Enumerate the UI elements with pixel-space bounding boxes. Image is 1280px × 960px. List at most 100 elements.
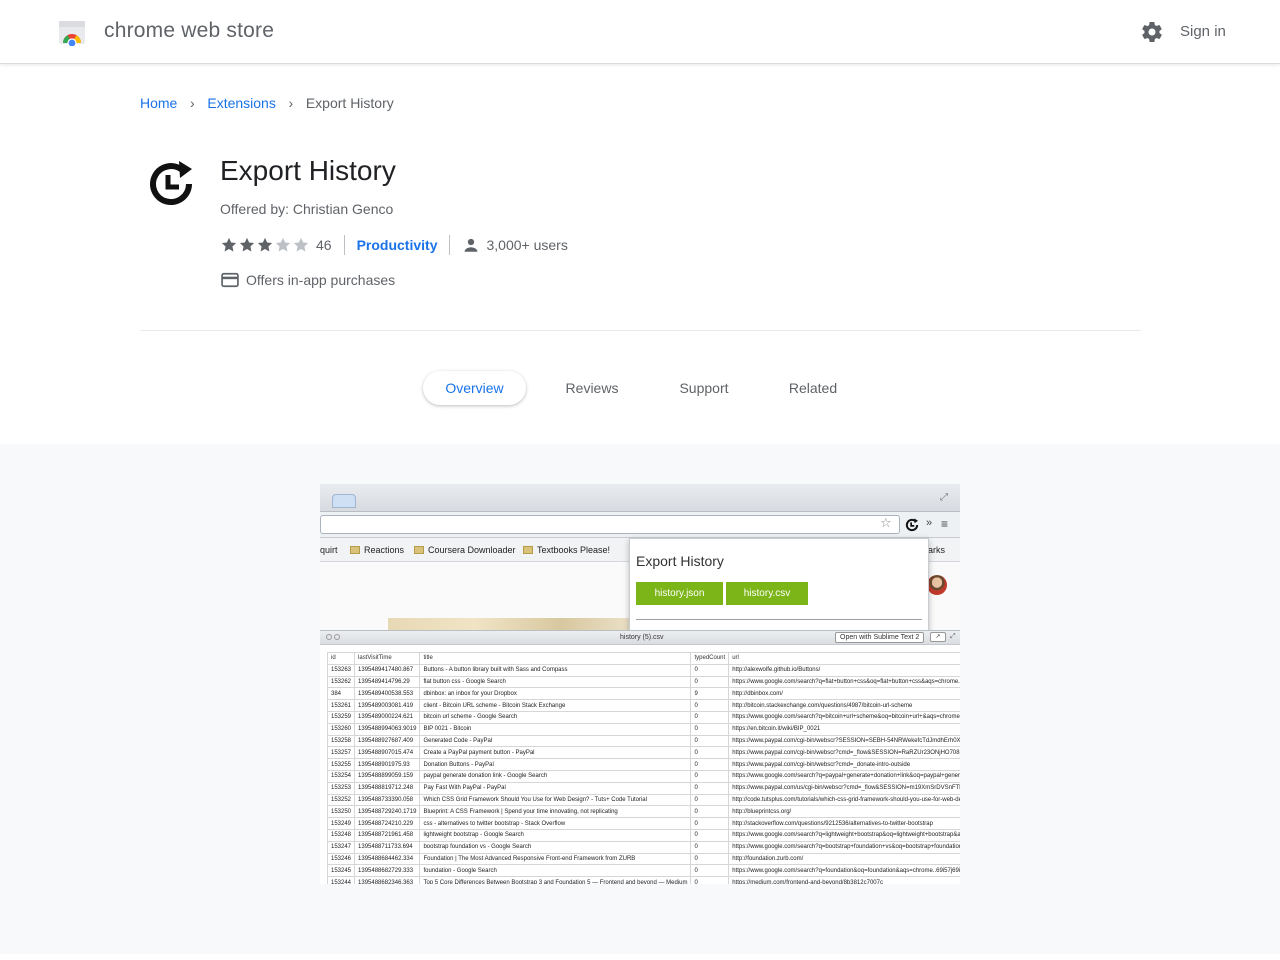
table-cell: Blueprint: A CSS Framework | Spend your … <box>419 805 692 819</box>
table-cell: https://www.paypal.com/cgi-bin/webscr?SE… <box>728 734 960 748</box>
csv-window: history (5).csv Open with Sublime Text 2… <box>320 630 960 884</box>
bookmark-item: quirt <box>320 545 338 555</box>
extension-popup: Export History history.json history.csv <box>629 538 929 638</box>
table-cell: 0 <box>690 746 730 760</box>
table-row: 153253 1395488819712.248 Pay Fast With Pay… <box>326 781 960 795</box>
table-cell: 153259 <box>326 710 356 724</box>
table-cell: 153262 <box>326 675 356 689</box>
bookmark-label: Reactions <box>364 545 405 555</box>
chevron-right-icon: › <box>190 95 195 111</box>
table-cell: client - Bitcoin URL scheme - Bitcoin St… <box>419 699 692 712</box>
table-cell: https://www.google.com/search?q=bootstra… <box>728 840 960 854</box>
table-cell: dbinbox: an inbox for your Dropbox <box>419 687 692 701</box>
table-cell: https://www.google.com/search?q=lightwei… <box>728 828 960 842</box>
table-cell: 1395488927687.409 <box>354 734 421 748</box>
chrome-web-store-logo[interactable] <box>58 18 86 46</box>
chevron-right-icon: › <box>288 95 294 111</box>
browser-tab <box>332 494 356 508</box>
brand-name[interactable]: chrome web store <box>104 19 274 43</box>
bookmark-star-icon: ☆ <box>880 515 892 530</box>
table-cell: https://www.google.com/search?q=bitcoin+… <box>728 710 960 724</box>
bookmark-item: Reactions <box>350 545 404 555</box>
popup-title: Export History <box>636 553 724 569</box>
table-cell: https://www.google.com/search?q=foundati… <box>728 864 960 878</box>
table-cell: 1395488907015.474 <box>354 746 421 760</box>
table-cell: 1395488721961.458 <box>354 828 421 842</box>
csv-table: id lastVisitTime title typedCount url 153263 1… <box>326 652 960 884</box>
star-icon <box>275 237 291 252</box>
table-cell: http://foundation.zurb.com/ <box>728 852 960 866</box>
fullscreen-icon: ⤢ <box>940 492 948 503</box>
table-row: 153259 1395489000224.621 bitcoin url schem… <box>326 710 960 724</box>
table-row: 153244 1395488682346.363 Top 5 Core Differ… <box>326 876 960 884</box>
star-rating[interactable] <box>220 236 310 254</box>
table-cell: 1395488724210.229 <box>354 817 421 830</box>
column-header: url <box>728 652 960 665</box>
window-controls <box>326 634 344 640</box>
share-icon: ↗ <box>930 632 946 642</box>
table-cell: paypal generate donation link - Google S… <box>419 769 692 783</box>
table-row: 153261 1395489003081.419 client - Bitcoin … <box>326 699 960 712</box>
table-cell: 0 <box>690 734 730 748</box>
tab-related[interactable]: Related <box>773 371 853 405</box>
bookmark-item: Coursera Downloader <box>414 545 516 555</box>
screenshot-image[interactable]: ⤢ ☆ » ≡ quirt Reactions Coursera Downloa… <box>320 484 960 884</box>
table-cell: 0 <box>690 840 730 854</box>
table-cell: http://bitcoin.stackexchange.com/questio… <box>728 699 960 712</box>
table-cell: Top 5 Core Differences Between Bootstrap… <box>419 876 692 884</box>
star-icon <box>257 237 273 252</box>
table-cell: BIP 0021 - Bitcoin <box>419 722 692 736</box>
table-row: 153250 1395488729240.1719 Blueprint: A CSS… <box>326 805 960 819</box>
table-cell: Donation Buttons - PayPal <box>419 758 692 771</box>
breadcrumb-home[interactable]: Home <box>140 95 177 111</box>
table-cell: 9 <box>690 687 730 701</box>
detail-tabs: Overview Reviews Support Related <box>0 371 1280 405</box>
table-cell: 1395488994063.9019 <box>354 722 421 736</box>
table-cell: 153258 <box>326 734 356 748</box>
table-cell: 153252 <box>326 793 356 807</box>
star-icon <box>293 237 309 252</box>
table-cell: 153254 <box>326 769 356 783</box>
table-cell: 1395488682729.333 <box>354 864 421 878</box>
table-cell: 1395489417480.867 <box>354 663 421 677</box>
bookmark-item: arks <box>928 545 946 555</box>
top-app-bar: chrome web store Sign in <box>0 0 1280 64</box>
csv-filename: history (5).csv <box>620 634 664 641</box>
table-cell: 1395489400538.553 <box>354 687 421 701</box>
table-row: 153257 1395488907015.474 Create a PayPal p… <box>326 746 960 760</box>
table-cell: 1395488729240.1719 <box>354 805 421 819</box>
table-cell: https://www.paypal.com/cgi-bin/webscr?cm… <box>728 746 960 760</box>
table-cell: 0 <box>690 864 730 878</box>
column-header: title <box>419 652 692 665</box>
table-cell: 153263 <box>326 663 356 677</box>
table-cell: 153260 <box>326 722 356 736</box>
table-cell: 0 <box>690 675 730 689</box>
table-row: 153247 1395488711733.694 bootstrap foundat… <box>326 840 960 854</box>
table-cell: 153255 <box>326 758 356 771</box>
gear-icon[interactable] <box>1140 20 1164 44</box>
sign-in-link[interactable]: Sign in <box>1180 23 1226 40</box>
tab-overview[interactable]: Overview <box>423 371 526 405</box>
star-icon <box>239 237 255 252</box>
tab-support[interactable]: Support <box>664 371 744 405</box>
rating-count[interactable]: 46 <box>316 237 332 253</box>
table-row: 153263 1395489417480.867 Buttons - A butto… <box>326 663 960 677</box>
history-csv-button: history.csv <box>726 582 808 605</box>
category-link[interactable]: Productivity <box>357 237 438 253</box>
table-cell: 1395488901975.93 <box>354 758 421 771</box>
breadcrumb-current: Export History <box>305 95 394 111</box>
table-cell: 0 <box>690 663 730 677</box>
table-cell: Generated Code - PayPal <box>419 734 692 748</box>
table-cell: 384 <box>326 687 356 701</box>
divider <box>343 235 345 255</box>
tab-reviews[interactable]: Reviews <box>552 371 632 405</box>
table-row: 153260 1395488994063.9019 BIP 0021 - Bitco… <box>326 722 960 736</box>
bookmark-label: Textbooks Please! <box>537 545 611 555</box>
breadcrumb-extensions[interactable]: Extensions <box>207 95 275 111</box>
breadcrumb: Home › Extensions › Export History <box>140 95 394 111</box>
table-cell: bootstrap foundation vs - Google Search <box>419 840 692 854</box>
table-row: 153254 1395488899059.159 paypal generate d… <box>326 769 960 783</box>
user-icon <box>465 238 478 252</box>
table-cell: Which CSS Grid Framework Should You Use … <box>419 793 692 807</box>
credit-card-icon <box>221 272 239 288</box>
